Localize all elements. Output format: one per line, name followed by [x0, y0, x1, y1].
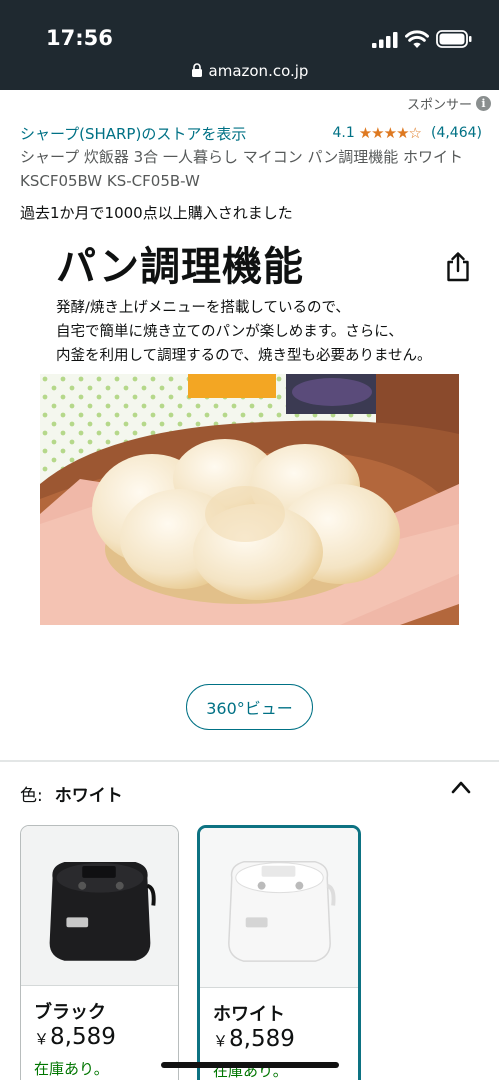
currency-symbol: ￥: [34, 1030, 50, 1048]
info-icon[interactable]: i: [476, 96, 491, 111]
product-title: シャープ 炊飯器 3合 一人暮らし マイコン パン調理機能 ホワイト KSCF0…: [20, 148, 464, 190]
battery-icon: [436, 30, 472, 48]
white-rice-cooker-image: [200, 828, 358, 988]
store-row: シャープ(SHARP)のストアを表示 4.1 ★★★★☆ (4,464): [20, 122, 482, 144]
cellular-signal-icon: [372, 32, 398, 48]
color-option-price: ￥8,589: [213, 1026, 295, 1052]
color-option-white[interactable]: ホワイト ￥8,589 在庫あり。: [197, 825, 361, 1080]
color-option-price: ￥8,589: [34, 1024, 116, 1050]
clock: 17:56: [46, 26, 113, 50]
view-360-button[interactable]: 360°ビュー: [186, 684, 313, 730]
home-indicator[interactable]: [161, 1062, 339, 1068]
store-link[interactable]: シャープ(SHARP)のストアを表示: [20, 123, 246, 144]
image-heading: パン調理機能: [56, 244, 304, 290]
price-value: 8,589: [229, 1026, 295, 1052]
color-label: 色:: [20, 786, 43, 806]
sponsored-label[interactable]: スポンサー i: [407, 94, 491, 113]
currency-symbol: ￥: [213, 1032, 229, 1050]
chevron-up-icon[interactable]: [451, 780, 471, 794]
color-option-name: ホワイト: [213, 1004, 285, 1025]
wifi-icon: [405, 30, 429, 48]
purchase-count-note: 過去1か月で1000点以上購入されました: [20, 204, 293, 222]
address-bar[interactable]: amazon.co.jp: [0, 58, 499, 90]
review-count: (4,464): [430, 125, 482, 141]
color-option-name: ブラック: [34, 1002, 106, 1023]
description-line: 発酵/焼き上げメニューを搭載しているので、: [56, 300, 350, 316]
rating-summary[interactable]: 4.1 ★★★★☆ (4,464): [332, 124, 482, 142]
color-selector-header[interactable]: 色: ホワイト: [20, 781, 123, 806]
price-value: 8,589: [50, 1024, 116, 1050]
color-option-black[interactable]: ブラック ￥8,589 在庫あり。: [20, 825, 179, 1080]
status-bar: 17:56: [0, 0, 499, 58]
selected-color: ホワイト: [54, 786, 123, 806]
black-rice-cooker-image: [21, 826, 178, 986]
lock-icon: [191, 63, 202, 77]
rating-value: 4.1: [332, 125, 355, 141]
image-description: 発酵/焼き上げメニューを搭載しているので、 自宅で簡単に焼き立てのパンが楽しめま…: [56, 296, 476, 368]
sponsored-text: スポンサー: [406, 98, 472, 113]
section-divider: [0, 760, 499, 762]
description-line: 自宅で簡単に焼き立てのパンが楽しめます。さらに、: [56, 324, 403, 340]
url-text: amazon.co.jp: [208, 62, 309, 80]
share-icon[interactable]: [444, 251, 472, 283]
description-line: 内釜を利用して調理するので、焼き型も必要ありません。: [56, 348, 432, 364]
star-rating-icon: ★★★★☆: [358, 124, 422, 142]
bread-product-image[interactable]: [40, 374, 459, 625]
stock-status: 在庫あり。: [34, 1060, 109, 1078]
